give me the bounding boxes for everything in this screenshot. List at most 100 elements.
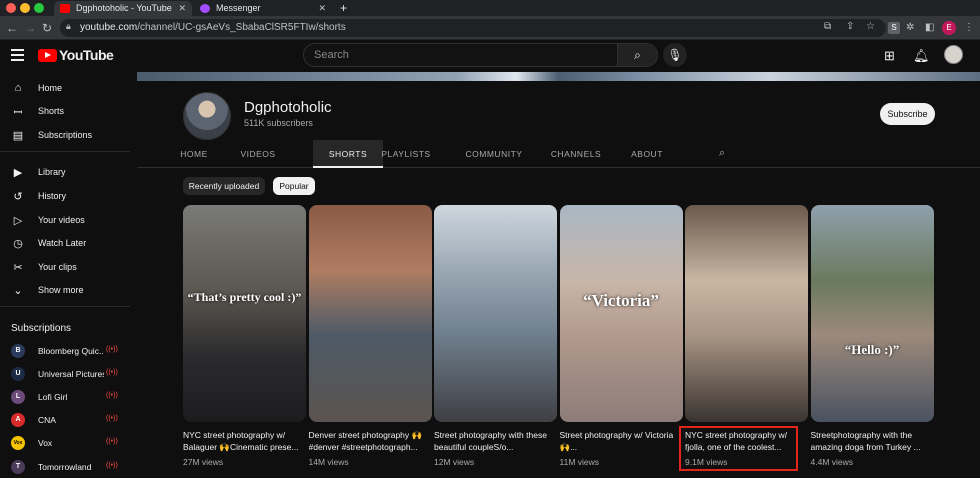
subscription-name: Bloomberg Quic... — [38, 346, 104, 356]
sidebar-item-your-clips[interactable]: ✂ Your clips — [0, 259, 130, 279]
side-panel-icon[interactable]: ◧ — [925, 21, 934, 35]
tab-community[interactable]: COMMUNITY — [451, 140, 537, 168]
tab-videos[interactable]: VIDEOS — [231, 140, 285, 168]
view-count: 11M views — [559, 457, 600, 467]
short-title[interactable]: NYC street photography w/ Balaguer 🙌Cine… — [183, 430, 301, 453]
tab-title: Messenger — [216, 3, 261, 13]
youtube-play-icon — [38, 49, 57, 62]
url-path: /channel/UC-gsAeVs_SbabaClSR5FTIw/shorts — [137, 22, 346, 33]
channel-avatar: L — [11, 390, 25, 404]
notifications-bell-icon[interactable]: 🔔︎ — [913, 48, 930, 64]
shorts-icon: ꟷ — [13, 107, 23, 119]
clips-icon: ✂ — [13, 262, 23, 274]
view-count: 12M views — [434, 457, 475, 467]
sidebar-item-library[interactable]: ▶ Library — [0, 164, 130, 184]
subscription-item[interactable]: B Bloomberg Quic... ((•)) — [0, 342, 130, 362]
short-thumbnail[interactable] — [308, 205, 432, 422]
reload-icon[interactable]: ↻ — [42, 20, 52, 36]
voice-search-mic-icon[interactable]: 🎙︎ — [663, 43, 687, 67]
search-icon: ⌕ — [634, 48, 641, 62]
window-close-icon[interactable] — [6, 3, 16, 13]
search-button[interactable]: ⌕ — [617, 44, 657, 66]
channel-avatar: A — [11, 413, 25, 427]
url-domain: youtube.com — [80, 22, 138, 33]
tab-channels[interactable]: CHANNELS — [541, 140, 611, 168]
subscription-item[interactable]: L Lofi Girl ((•)) — [0, 388, 130, 408]
new-tab-button[interactable]: + — [340, 0, 347, 16]
subscription-name: Universal Pictures — [38, 369, 104, 379]
live-indicator-icon: ((•)) — [106, 346, 118, 353]
url-text[interactable]: youtube.com/channel/UC-gsAeVs_SbabaClSR5… — [80, 21, 346, 35]
sidebar-item-label: Your videos — [38, 215, 85, 225]
extension-s-icon[interactable]: S — [888, 22, 900, 34]
channel-tabs: ⌕ HOME VIDEOS SHORTS PLAYLISTS COMMUNITY CHAN… — [137, 140, 980, 168]
sidebar-item-show-more[interactable]: ⌄ Show more — [0, 282, 130, 302]
window-maximize-icon[interactable] — [34, 3, 44, 13]
chevron-down-icon: ⌄ — [13, 285, 23, 297]
short-title[interactable]: Street photography w/ Victoria 🙌... — [560, 430, 678, 453]
subscription-item[interactable]: Vox Vox ((•)) — [0, 434, 130, 454]
tab-home[interactable]: HOME — [170, 140, 218, 168]
subscription-item[interactable]: T Tomorrowland ((•)) — [0, 458, 130, 478]
search-box[interactable]: Search ⌕ — [303, 43, 658, 67]
create-video-icon[interactable]: ⊞ — [884, 48, 895, 64]
channel-avatar[interactable] — [183, 92, 231, 140]
forward-arrow-icon[interactable]: → — [24, 20, 36, 36]
address-bar[interactable]: 🔒︎ youtube.com/channel/UC-gsAeVs_SbabaCl… — [60, 19, 886, 37]
subscription-item[interactable]: U Universal Pictures ((•)) — [0, 365, 130, 385]
sidebar-item-watch-later[interactable]: ◷ Watch Later — [0, 235, 130, 255]
sidebar-item-subscriptions[interactable]: ▤ Subscriptions — [0, 127, 130, 147]
sidebar: ⌂ Home ꟷ Shorts ▤ Subscriptions ▶ Library ↺ Histo… — [0, 72, 130, 478]
subscribe-button[interactable]: Subscribe — [880, 103, 935, 125]
bookmark-star-icon[interactable]: ☆ — [866, 21, 875, 32]
close-tab-icon[interactable]: ✕ — [318, 1, 326, 16]
thumbnail-caption: “That’s pretty cool :)” — [187, 290, 302, 304]
sidebar-item-home[interactable]: ⌂ Home — [0, 80, 130, 100]
thumbnail-caption: “Hello :)” — [844, 342, 900, 357]
browser-tab-messenger[interactable]: Messenger ✕ — [194, 1, 332, 16]
search-input[interactable]: Search — [314, 49, 349, 61]
short-title[interactable]: Street photography with these beautiful … — [434, 430, 552, 453]
sidebar-item-history[interactable]: ↺ History — [0, 188, 130, 208]
short-title[interactable]: Streetphotography with the amazing doga … — [811, 430, 929, 453]
back-arrow-icon[interactable]: ← — [6, 20, 18, 36]
lock-icon[interactable]: 🔒︎ — [66, 21, 71, 32]
share-icon[interactable]: ⇪ — [846, 21, 854, 32]
short-thumbnail[interactable]: “Hello :)” — [810, 205, 934, 422]
channel-avatar: B — [11, 344, 25, 358]
sidebar-item-label: Home — [38, 83, 63, 93]
profile-avatar[interactable]: E — [942, 21, 956, 35]
browser-menu-icon[interactable]: ⋮ — [964, 21, 974, 35]
sidebar-divider — [0, 306, 130, 307]
subscription-item[interactable]: A CNA ((•)) — [0, 411, 130, 431]
watch-later-icon: ◷ — [13, 238, 23, 250]
sidebar-item-label: Subscriptions — [38, 130, 93, 140]
window-minimize-icon[interactable] — [20, 3, 30, 13]
chip-popular[interactable]: Popular — [273, 177, 315, 195]
channel-avatar: Vox — [11, 436, 25, 450]
account-avatar[interactable] — [944, 45, 963, 64]
subscription-name: CNA — [38, 415, 56, 425]
short-thumbnail[interactable] — [685, 205, 808, 422]
history-icon: ↺ — [13, 191, 23, 203]
close-tab-icon[interactable]: ✕ — [178, 1, 186, 16]
your-videos-icon: ▷ — [13, 215, 23, 227]
sidebar-item-shorts[interactable]: ꟷ Shorts — [0, 103, 130, 123]
sidebar-item-your-videos[interactable]: ▷ Your videos — [0, 212, 130, 232]
short-thumbnail[interactable]: “That’s pretty cool :)” — [183, 205, 306, 422]
short-thumbnail[interactable]: “Victoria” — [559, 205, 683, 422]
browser-tab-youtube[interactable]: Dgphotoholic - YouTube ✕ — [54, 1, 192, 16]
subscription-name: Lofi Girl — [38, 392, 68, 402]
sidebar-item-label: Shorts — [38, 106, 65, 116]
chip-recently-uploaded[interactable]: Recently uploaded — [183, 177, 265, 195]
hamburger-menu-icon[interactable] — [11, 49, 24, 61]
extensions-puzzle-icon[interactable]: ✲ — [906, 21, 914, 35]
channel-avatar: U — [11, 367, 25, 381]
open-in-app-icon[interactable]: ⧉ — [824, 21, 831, 32]
short-thumbnail[interactable] — [434, 205, 557, 422]
short-title[interactable]: Denver street photography 🙌 #denver #str… — [309, 430, 427, 453]
tab-about[interactable]: ABOUT — [623, 140, 671, 168]
channel-search-icon[interactable]: ⌕ — [719, 147, 725, 160]
youtube-favicon-icon — [60, 4, 70, 13]
tab-playlists[interactable]: PLAYLISTS — [369, 140, 443, 168]
